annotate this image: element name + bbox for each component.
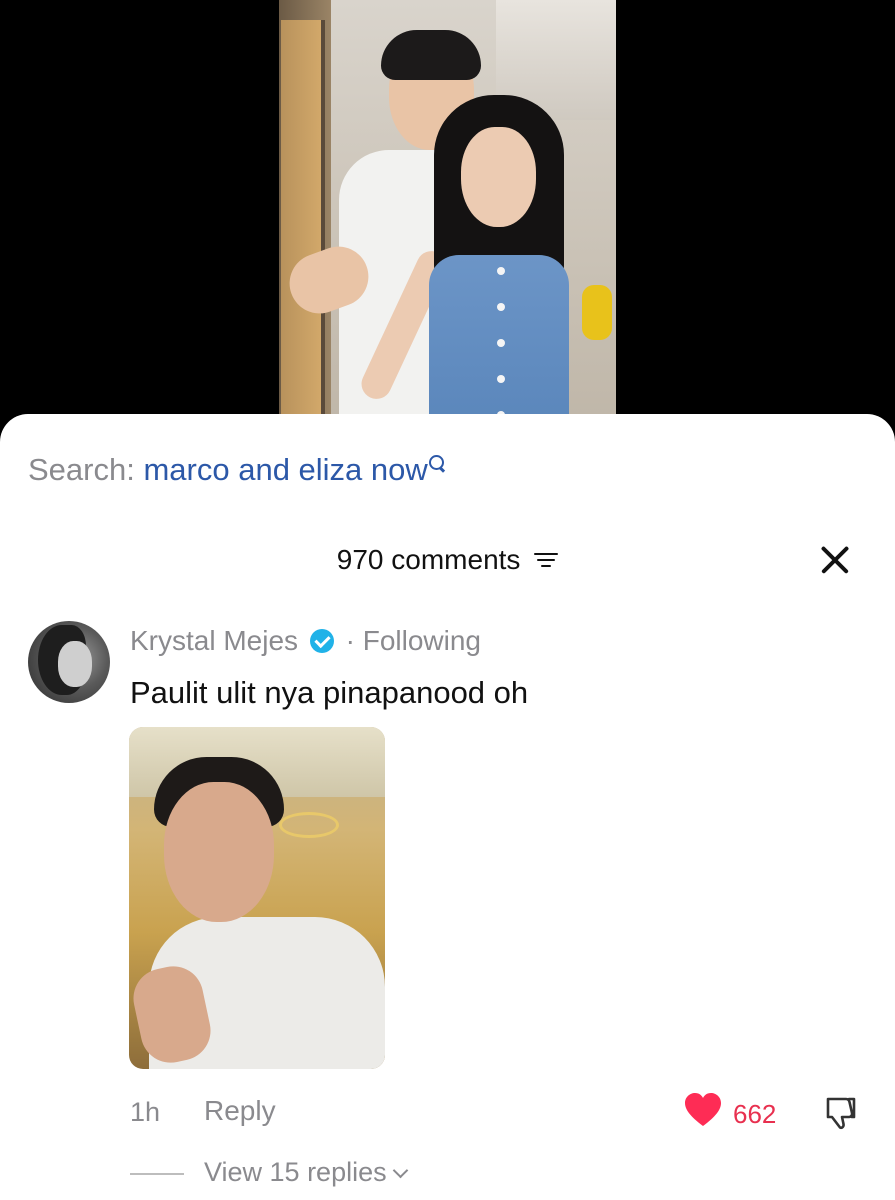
video-player[interactable]	[0, 0, 895, 430]
replies-divider	[130, 1173, 184, 1175]
search-icon[interactable]	[428, 454, 446, 476]
close-icon[interactable]	[819, 544, 851, 576]
view-replies-row[interactable]: View 15 replies	[0, 1155, 895, 1195]
comment-time: 1h	[130, 1097, 161, 1127]
search-label: Search:	[28, 452, 135, 487]
comments-header: 970 comments	[0, 542, 895, 576]
heart-icon[interactable]	[683, 1091, 723, 1131]
reply-button[interactable]: Reply	[204, 1095, 276, 1127]
comment-text: Paulit ulit nya pinapanood oh	[130, 675, 529, 710]
filter-icon[interactable]	[534, 550, 559, 570]
search-suggestion[interactable]: Search: marco and eliza now	[28, 452, 446, 488]
avatar[interactable]	[28, 621, 110, 703]
video-person-female	[356, 95, 616, 430]
comment-username[interactable]: Krystal Mejes	[130, 625, 298, 656]
comment-attached-photo[interactable]	[129, 727, 385, 1069]
view-replies-label: View 15 replies	[204, 1157, 387, 1187]
view-replies-button[interactable]: View 15 replies	[204, 1157, 408, 1188]
comment-meta-row: 1h Reply 662	[0, 1091, 895, 1135]
comment-author-row: Krystal Mejes · Following	[130, 625, 481, 657]
video-frame[interactable]	[279, 0, 616, 430]
following-label: Following	[362, 625, 481, 656]
like-count: 662	[733, 1099, 777, 1129]
search-query-link[interactable]: marco and eliza now	[143, 452, 427, 487]
comments-count: 970 comments	[336, 543, 521, 575]
comments-sheet: Search: marco and eliza now 970 comments…	[0, 414, 895, 1200]
chevron-down-icon	[392, 1162, 408, 1179]
separator-dot: ·	[345, 625, 355, 656]
verified-icon	[309, 628, 334, 653]
dislike-icon[interactable]	[820, 1093, 860, 1133]
